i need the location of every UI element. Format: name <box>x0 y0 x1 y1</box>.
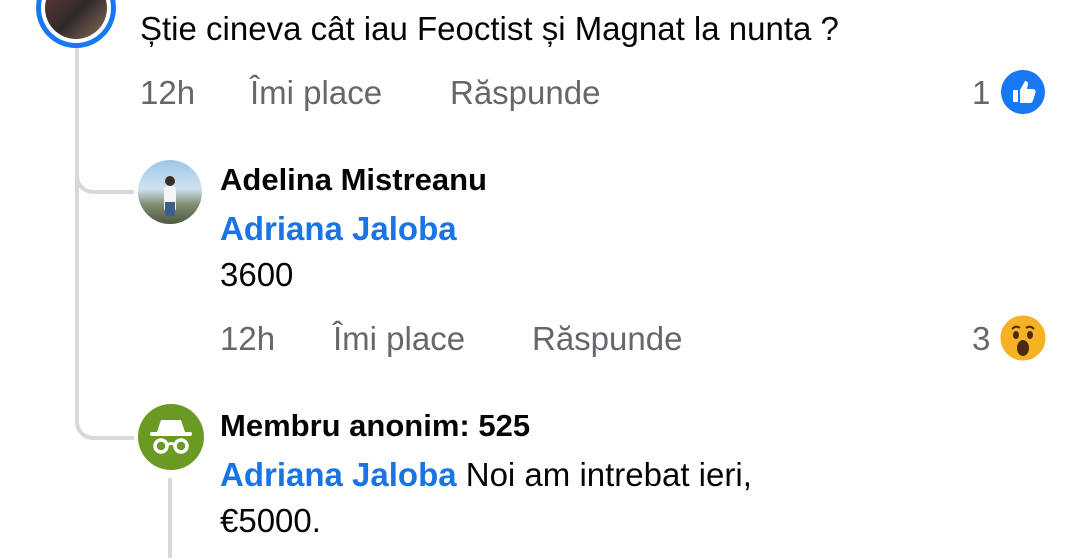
like-button[interactable]: Îmi place <box>250 74 382 112</box>
avatar[interactable] <box>138 160 202 224</box>
comment-time[interactable]: 12h <box>220 320 275 358</box>
reaction-count[interactable]: 3 <box>972 320 990 358</box>
mention-link[interactable]: Adriana Jaloba <box>220 210 457 248</box>
thread-line-main <box>75 42 79 402</box>
reply-button[interactable]: Răspunde <box>532 320 682 358</box>
thread-branch-reply-2 <box>75 400 134 440</box>
comment-text: Noi am intrebat ieri, <box>465 456 752 493</box>
mention-link[interactable]: Adriana Jaloba <box>220 456 457 493</box>
reply-button[interactable]: Răspunde <box>450 74 600 112</box>
wow-icon[interactable] <box>999 314 1047 362</box>
comment-body: Adriana Jaloba Noi am intrebat ieri, <box>220 456 752 494</box>
comment-text: Știe cineva cât iau Feoctist și Magnat l… <box>140 10 839 47</box>
reaction-count[interactable]: 1 <box>972 74 990 112</box>
avatar[interactable] <box>138 404 204 470</box>
incognito-icon <box>138 404 204 470</box>
thread-line-sub <box>168 478 172 558</box>
like-button[interactable]: Îmi place <box>333 320 465 358</box>
comment-text: 3600 <box>220 256 294 293</box>
comment-author[interactable]: Membru anonim: 525 <box>220 408 530 444</box>
like-icon[interactable] <box>1000 69 1046 115</box>
thread-branch-reply-1 <box>75 160 134 194</box>
comment-author[interactable]: Adelina Mistreanu <box>220 162 487 198</box>
comment-time[interactable]: 12h <box>140 74 195 112</box>
avatar[interactable] <box>36 0 116 48</box>
comment-text-continued: €5000. <box>220 502 321 539</box>
